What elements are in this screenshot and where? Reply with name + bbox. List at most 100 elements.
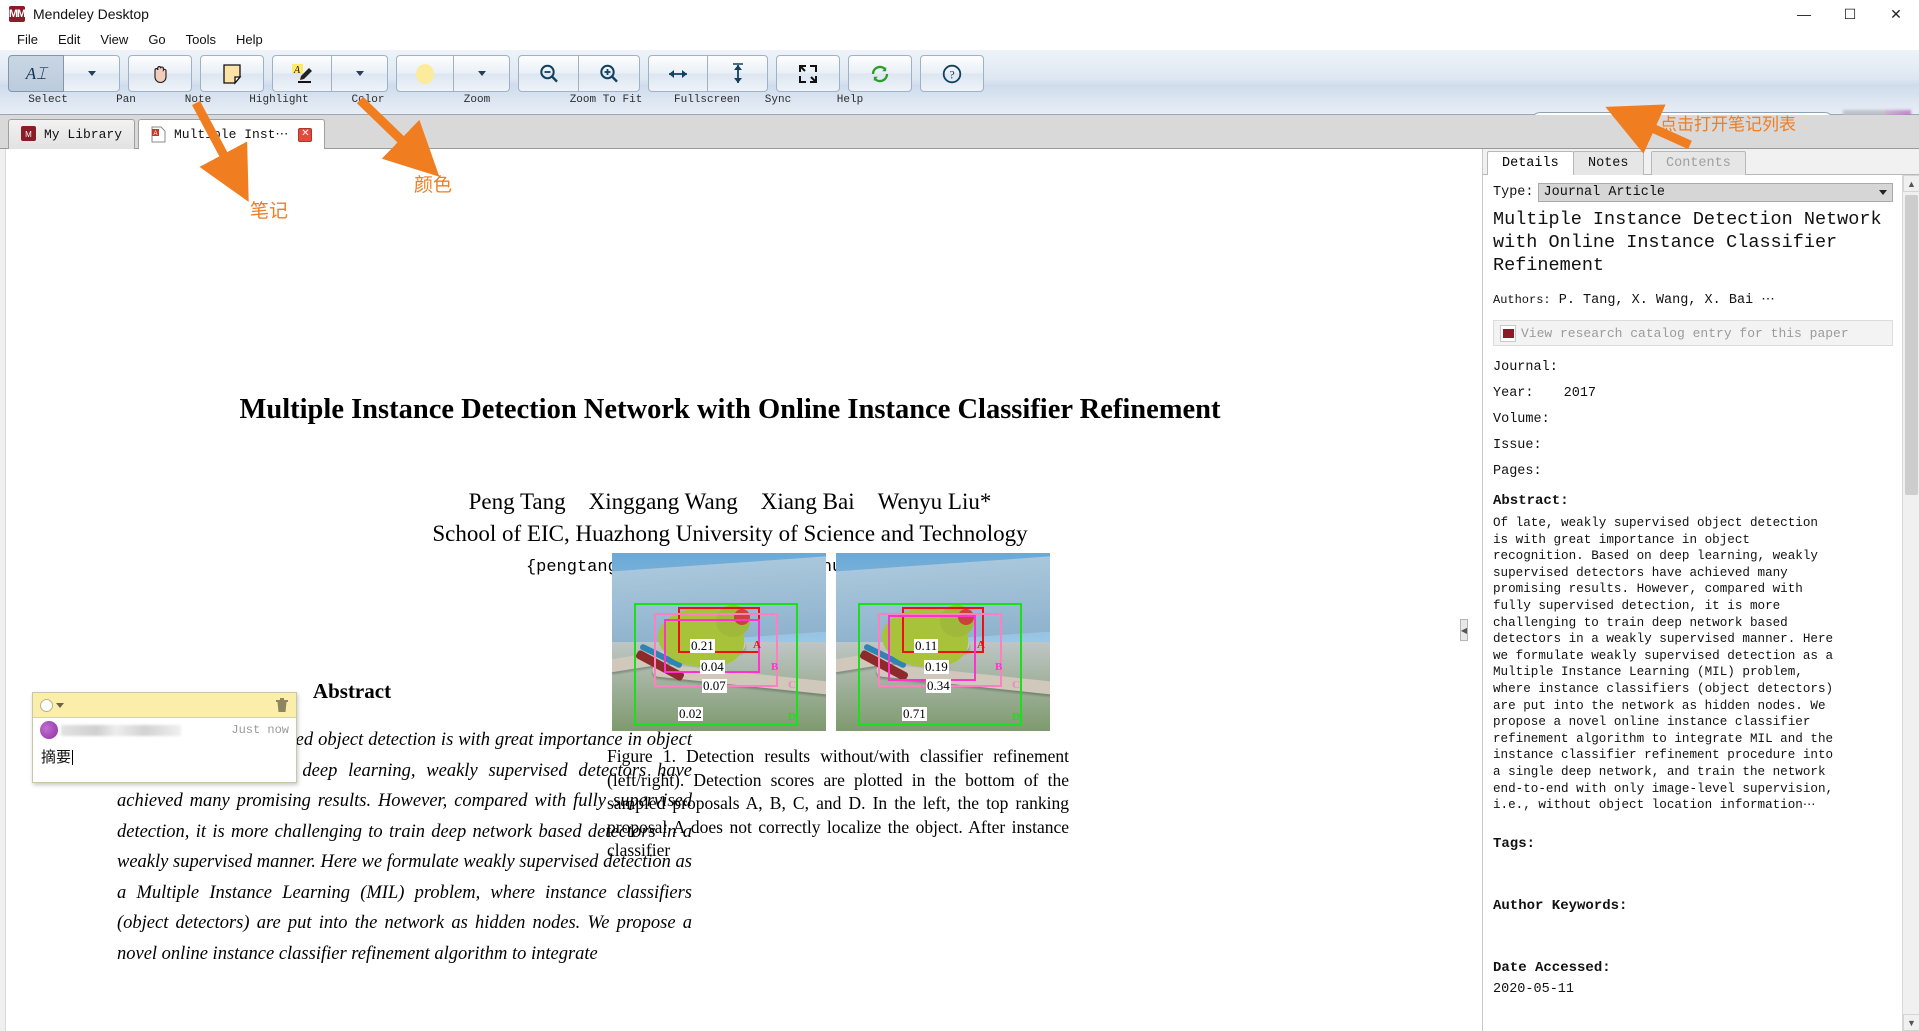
- toolbar-labels: Select Pan Note Highlight Color Zoom Zoo…: [0, 94, 1919, 112]
- highlighter-icon: A: [292, 63, 312, 83]
- paper-title[interactable]: Multiple Instance Detection Network with…: [1493, 208, 1893, 277]
- view-catalog-button[interactable]: View research catalog entry for this pap…: [1493, 320, 1893, 346]
- color-dropdown-button[interactable]: [454, 55, 510, 92]
- mendeley-logo-icon: MM: [8, 6, 26, 22]
- menu-tools[interactable]: Tools: [176, 30, 226, 49]
- zoom-out-button[interactable]: [518, 55, 579, 92]
- note-button[interactable]: [200, 55, 264, 92]
- highlight-button[interactable]: A: [272, 55, 332, 92]
- figure-right-image: 0.11 0.19 0.34 0.71 A B C D: [836, 553, 1050, 731]
- menu-file[interactable]: File: [7, 30, 48, 49]
- figure-left-image: 0.21 0.04 0.07 0.02 A B C D: [612, 553, 826, 731]
- color-button[interactable]: [396, 55, 454, 92]
- box-label-c: C: [1012, 679, 1020, 691]
- help-button[interactable]: ?: [920, 55, 984, 92]
- menu-help[interactable]: Help: [226, 30, 273, 49]
- fit-height-icon: [732, 62, 743, 83]
- tab-label: My Library: [44, 127, 123, 142]
- fit-width-button[interactable]: [648, 55, 708, 92]
- menu-view[interactable]: View: [90, 30, 138, 49]
- zoom-tool-group: [518, 55, 640, 92]
- fullscreen-button[interactable]: [776, 55, 840, 92]
- authors-more-icon[interactable]: ⋯: [1761, 293, 1775, 308]
- keywords-value[interactable]: [1493, 920, 1893, 946]
- toolbar-label-zoomtofit: Zoom To Fit: [569, 94, 643, 106]
- sync-button[interactable]: [848, 55, 912, 92]
- box-label-b: B: [995, 661, 1003, 673]
- type-row: Type: Journal Article: [1493, 183, 1893, 202]
- menu-edit[interactable]: Edit: [48, 30, 90, 49]
- menu-go[interactable]: Go: [138, 30, 175, 49]
- sticky-note-textarea[interactable]: 摘要: [33, 742, 296, 771]
- text-select-icon: A⌶: [25, 63, 47, 83]
- details-panel: Details Notes Contents Type: Journal Art…: [1482, 149, 1919, 1031]
- score-c: 0.34: [926, 678, 951, 693]
- trash-icon[interactable]: [275, 697, 289, 713]
- authors-row[interactable]: Authors: P. Tang, X. Wang, X. Bai ⋯: [1493, 291, 1893, 308]
- score-b: 0.04: [700, 659, 725, 674]
- tab-contents[interactable]: Contents: [1651, 151, 1746, 175]
- minimize-button[interactable]: —: [1781, 0, 1827, 28]
- window-title: Mendeley Desktop: [33, 6, 149, 22]
- annotation-note-label: 笔记: [250, 200, 289, 222]
- chevron-down-icon[interactable]: [56, 702, 64, 708]
- maximize-button[interactable]: ☐: [1827, 0, 1873, 28]
- fit-height-button[interactable]: [708, 55, 768, 92]
- authors-label: Authors:: [1493, 293, 1551, 307]
- pan-button[interactable]: [128, 55, 192, 92]
- zoom-in-button[interactable]: [579, 55, 640, 92]
- type-select[interactable]: Journal Article: [1537, 183, 1893, 202]
- toolbar-label-zoom: Zoom: [463, 94, 491, 106]
- note-color-selector[interactable]: [40, 698, 64, 712]
- chevron-down-icon: [477, 71, 486, 76]
- scroll-up-icon[interactable]: ▲: [1903, 175, 1919, 192]
- panel-collapse-handle[interactable]: ◀: [1460, 619, 1468, 641]
- box-label-d: D: [788, 711, 796, 723]
- scroll-down-icon[interactable]: ▼: [1903, 1014, 1919, 1031]
- toolbar-label-fullscreen: Fullscreen: [674, 94, 741, 106]
- svg-text:M: M: [25, 130, 32, 139]
- avatar: [40, 721, 58, 739]
- select-button[interactable]: A⌶: [8, 55, 64, 92]
- date-accessed-value[interactable]: 2020-05-11: [1493, 982, 1893, 997]
- field-year[interactable]: Year: 2017: [1493, 386, 1893, 401]
- pdf-viewer[interactable]: Multiple Instance Detection Network with…: [0, 149, 1474, 1031]
- tags-value[interactable]: [1493, 858, 1893, 884]
- type-label: Type:: [1493, 185, 1534, 200]
- text-cursor-icon: [72, 750, 74, 765]
- details-scroll-thumb[interactable]: [1905, 195, 1918, 495]
- pdf-file-icon: A: [151, 126, 166, 143]
- zoom-to-fit-group: [648, 55, 768, 92]
- abstract-text[interactable]: Of late, weakly supervised object detect…: [1493, 515, 1893, 814]
- tab-details[interactable]: Details: [1487, 151, 1574, 175]
- highlight-dropdown-button[interactable]: [332, 55, 388, 92]
- tab-multiple-instance-pdf[interactable]: A Multiple Inst⋯ ✕: [138, 119, 326, 149]
- select-dropdown-button[interactable]: [64, 55, 120, 92]
- tab-notes[interactable]: Notes: [1573, 151, 1644, 175]
- sticky-note-header: [33, 693, 296, 718]
- hand-pan-icon: [154, 65, 167, 83]
- chevron-down-icon: [87, 71, 96, 76]
- field-pages[interactable]: Pages:: [1493, 464, 1893, 479]
- field-issue[interactable]: Issue:: [1493, 438, 1893, 453]
- field-journal[interactable]: Journal:: [1493, 360, 1893, 375]
- details-scrollbar[interactable]: ▲ ▼: [1902, 175, 1919, 1031]
- tab-my-library[interactable]: M My Library: [8, 119, 136, 149]
- view-catalog-label: View research catalog entry for this pap…: [1521, 325, 1849, 341]
- field-volume[interactable]: Volume:: [1493, 412, 1893, 427]
- svg-text:A: A: [293, 65, 301, 76]
- year-label: Year:: [1493, 386, 1534, 401]
- box-label-b: B: [771, 661, 779, 673]
- chevron-down-icon: [1879, 190, 1887, 195]
- toolbar: A⌶ A ? Select Pan Note Highlight Color Z…: [0, 50, 1919, 136]
- help-question-icon: ?: [942, 64, 962, 83]
- select-tool-group: A⌶: [8, 55, 120, 92]
- fullscreen-group: [776, 55, 840, 92]
- score-a: 0.11: [914, 638, 939, 653]
- score-d: 0.71: [902, 706, 927, 721]
- close-icon[interactable]: ✕: [298, 127, 313, 142]
- sticky-note-popup[interactable]: Just now 摘要: [32, 692, 297, 783]
- close-button[interactable]: ✕: [1873, 0, 1919, 28]
- type-value: Journal Article: [1543, 185, 1666, 200]
- details-panel-tabs: Details Notes Contents: [1483, 149, 1919, 175]
